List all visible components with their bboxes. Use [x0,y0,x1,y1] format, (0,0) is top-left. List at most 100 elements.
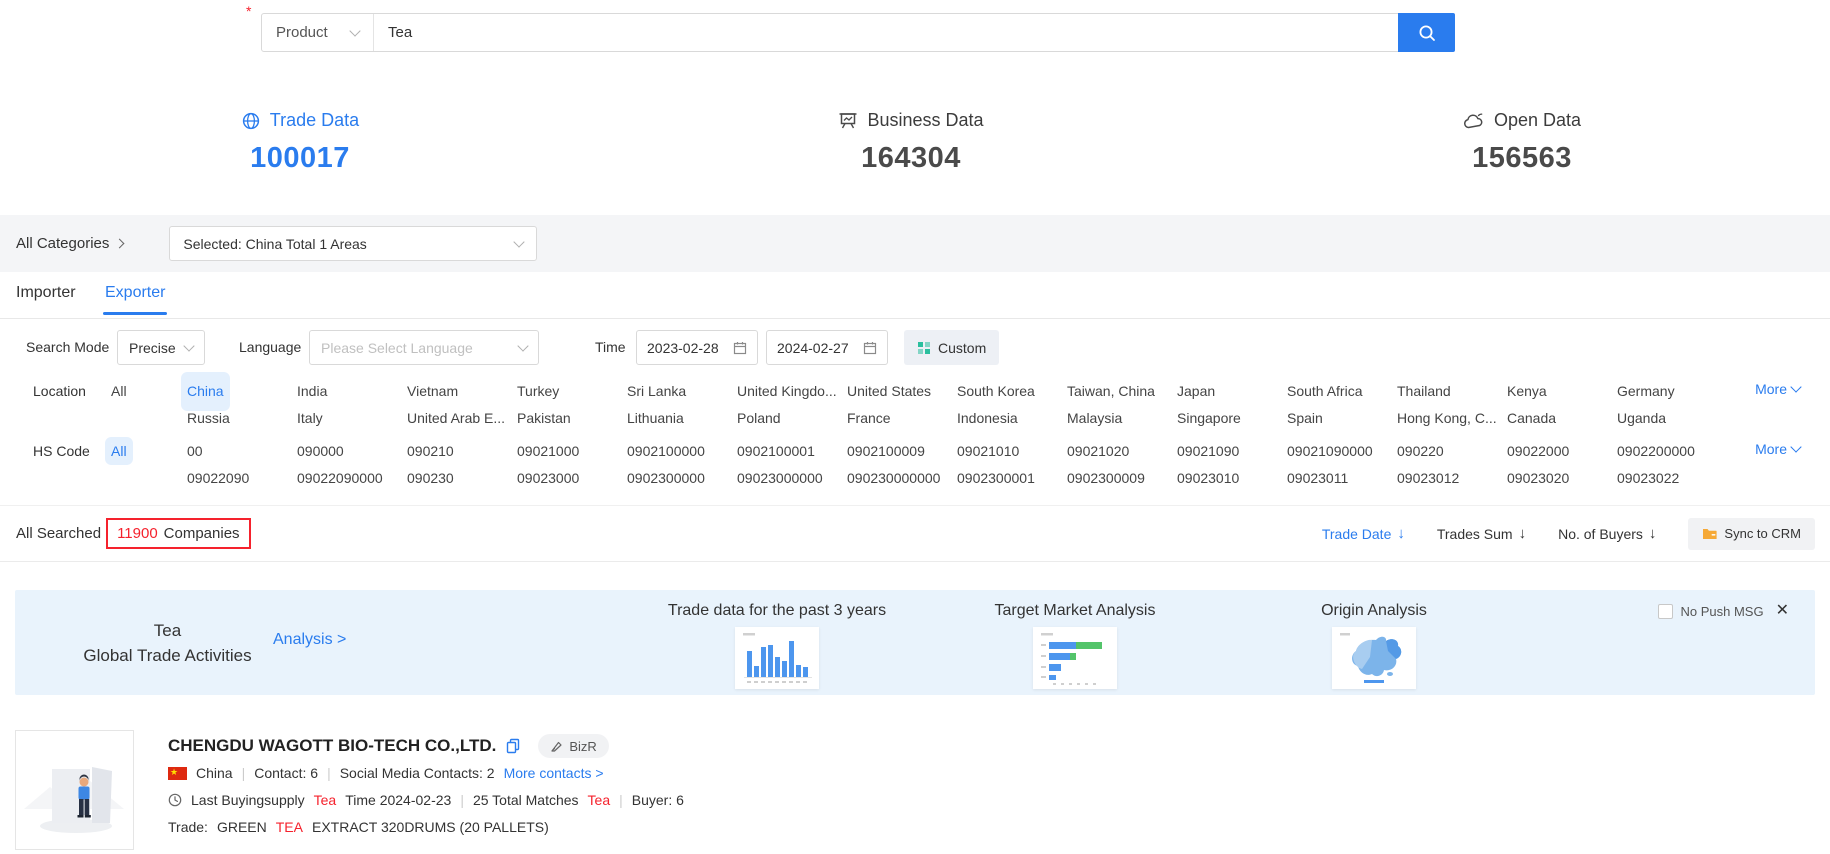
banner-card-trade-data[interactable]: Trade data for the past 3 years [647,602,907,689]
hs-code-option[interactable]: 09021000 [517,438,627,465]
hs-code-option[interactable]: 0902100000 [627,438,737,465]
company-name[interactable]: CHENGDU WAGOTT BIO-TECH CO.,LTD. [168,736,496,756]
hs-code-option[interactable]: 09023011 [1287,465,1397,492]
hs-code-option[interactable]: 0902100009 [847,438,957,465]
company-result-card[interactable]: CHENGDU WAGOTT BIO-TECH CO.,LTD. BizR ★ … [0,728,1830,841]
sort-trade-date[interactable]: Trade Date ↓ [1322,525,1405,542]
search-button[interactable] [1398,13,1455,52]
location-option[interactable]: United Kingdo... [737,378,847,405]
analysis-link[interactable]: Analysis > [273,631,346,649]
location-option[interactable]: Lithuania [627,405,737,432]
location-option[interactable]: United Arab E... [407,405,517,432]
search-input[interactable] [374,14,1399,51]
no-push-checkbox[interactable] [1658,604,1673,619]
date-from-input[interactable]: 2023-02-28 [636,330,758,365]
hs-code-option[interactable]: 0902200000 [1617,438,1727,465]
copy-icon[interactable] [506,738,520,754]
selected-areas-value: Selected: China Total 1 Areas [183,236,366,252]
stat-label[interactable]: Business Data [867,110,983,131]
selected-areas-dropdown[interactable]: Selected: China Total 1 Areas [169,226,537,261]
location-more-link[interactable]: More [1755,381,1800,397]
hs-code-option[interactable]: 090000 [297,438,407,465]
hs-code-option[interactable]: 09021010 [957,438,1067,465]
hs-code-option[interactable]: 09023000 [517,465,627,492]
custom-time-button[interactable]: Custom [904,330,999,365]
date-to-input[interactable]: 2024-02-27 [766,330,888,365]
hs-code-option[interactable]: 09023012 [1397,465,1507,492]
location-option[interactable]: France [847,405,957,432]
location-all-option[interactable]: All [111,383,127,399]
hs-code-option[interactable]: 09022000 [1507,438,1617,465]
hs-code-option[interactable]: 09021090000 [1287,438,1397,465]
hs-code-option[interactable]: 0902300009 [1067,465,1177,492]
location-option[interactable]: Thailand [1397,378,1507,405]
divider: | [619,792,623,808]
location-option[interactable]: Canada [1507,405,1617,432]
location-option[interactable]: Vietnam [407,378,517,405]
banner-card-target-market[interactable]: Target Market Analysis [945,602,1205,689]
location-option[interactable]: India [297,378,407,405]
hs-code-option[interactable]: 09023010 [1177,465,1287,492]
bizr-badge[interactable]: BizR [538,734,608,758]
tab-importer[interactable]: Importer [16,284,76,302]
location-option[interactable]: Indonesia [957,405,1067,432]
hs-code-option[interactable]: 09023020 [1507,465,1617,492]
hs-code-option[interactable]: 09021020 [1067,438,1177,465]
search-category-select[interactable]: Product [262,14,374,51]
hs-code-option[interactable]: 09021090 [1177,438,1287,465]
location-option[interactable]: South Africa [1287,378,1397,405]
location-option[interactable]: Kenya [1507,378,1617,405]
hs-code-option[interactable]: 09023022 [1617,465,1727,492]
divider: | [460,792,464,808]
location-option[interactable]: Uganda [1617,405,1727,432]
custom-label: Custom [938,340,986,356]
hs-code-option[interactable]: 090230 [407,465,517,492]
hs-code-all-option[interactable]: All [111,443,127,459]
location-option[interactable]: Poland [737,405,847,432]
hs-code-option[interactable]: 0902100001 [737,438,847,465]
chevron-down-icon [349,25,360,36]
hs-code-option[interactable]: 00 [187,438,297,465]
location-option[interactable]: United States [847,378,957,405]
location-option[interactable]: Japan [1177,378,1287,405]
location-option[interactable]: China [187,378,224,405]
stat-label[interactable]: Trade Data [270,110,359,131]
hs-code-option[interactable]: 0902300001 [957,465,1067,492]
location-option[interactable]: Spain [1287,405,1397,432]
all-categories-button[interactable]: All Categories [16,235,123,252]
location-option[interactable]: Sri Lanka [627,378,737,405]
hs-code-more-link[interactable]: More [1755,441,1800,457]
search-mode-select[interactable]: Precise [117,330,205,365]
location-option[interactable]: Hong Kong, C... [1397,405,1507,432]
location-option[interactable]: Singapore [1177,405,1287,432]
location-option[interactable]: Russia [187,405,297,432]
sort-trades-sum[interactable]: Trades Sum ↓ [1437,525,1526,542]
analysis-banner: Tea Global Trade Activities Analysis > T… [15,590,1815,695]
location-option[interactable]: Pakistan [517,405,627,432]
banner-card-label: Trade data for the past 3 years [647,602,907,620]
hs-code-option[interactable]: 09022090000 [297,465,407,492]
hs-code-option[interactable]: 090230000000 [847,465,957,492]
language-select[interactable]: Please Select Language [309,330,539,365]
hs-code-option[interactable]: 090210 [407,438,517,465]
sync-to-crm-button[interactable]: Sync to CRM [1688,518,1815,550]
location-option[interactable]: Malaysia [1067,405,1177,432]
stat-label[interactable]: Open Data [1494,110,1581,131]
hs-code-option[interactable]: 09022090 [187,465,297,492]
location-option[interactable]: Germany [1617,378,1727,405]
stat-value: 156563 [1392,142,1652,175]
tab-exporter[interactable]: Exporter [105,284,165,302]
location-option[interactable]: Taiwan, China [1067,378,1177,405]
location-option[interactable]: South Korea [957,378,1067,405]
more-contacts-link[interactable]: More contacts > [504,765,604,781]
sort-no-of-buyers[interactable]: No. of Buyers ↓ [1558,525,1656,542]
location-option[interactable]: Turkey [517,378,627,405]
hs-code-option[interactable]: 0902300000 [627,465,737,492]
hs-code-option[interactable]: 090220 [1397,438,1507,465]
banner-card-origin[interactable]: Origin Analysis [1244,602,1504,689]
location-option[interactable]: Italy [297,405,407,432]
close-icon[interactable]: ✕ [1776,603,1789,619]
market-bars-icon [1033,627,1117,689]
company-thumbnail[interactable] [15,730,134,850]
hs-code-option[interactable]: 09023000000 [737,465,847,492]
